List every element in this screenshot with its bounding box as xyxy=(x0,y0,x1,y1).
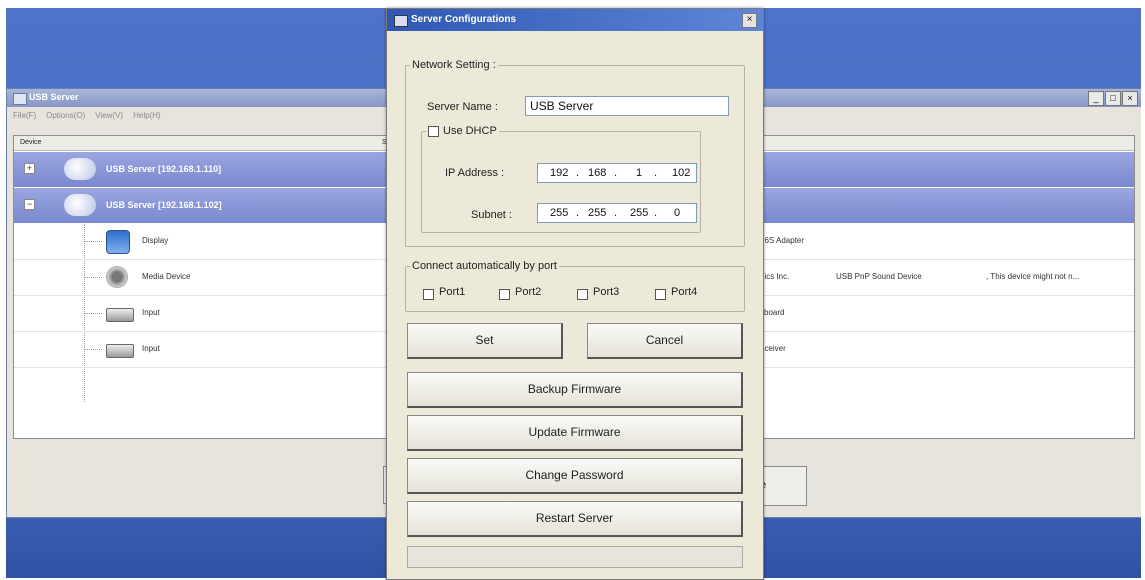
menu-options[interactable]: Options(O) xyxy=(46,111,85,125)
subnet-octet-4: 0 xyxy=(674,207,681,219)
expand-icon[interactable]: + xyxy=(24,163,35,174)
subnet-octet-2: 255 xyxy=(588,207,607,219)
subnet-octet-3: 255 xyxy=(630,207,649,219)
dialog-title-bar[interactable]: Server Configurations × xyxy=(387,9,763,31)
device-name: Display xyxy=(142,236,169,245)
port4-checkbox[interactable] xyxy=(655,289,666,300)
main-window-title: USB Server xyxy=(29,92,79,102)
device-description: USB PnP Sound Device xyxy=(836,272,922,281)
ip-octet-2: 168 xyxy=(588,167,607,179)
media-device-icon xyxy=(106,266,128,288)
dhcp-legend: Use DHCP xyxy=(426,125,499,137)
collapse-icon[interactable]: − xyxy=(24,199,35,210)
device-name: Media Device xyxy=(142,272,191,281)
dialog-app-icon xyxy=(394,15,408,27)
ip-octet-4: 102 xyxy=(672,167,691,179)
app-icon xyxy=(13,93,27,105)
use-dhcp-label: Use DHCP xyxy=(443,125,497,137)
connect-port-legend: Connect automatically by port xyxy=(412,260,557,272)
device-name: Input xyxy=(142,344,160,353)
backup-firmware-button[interactable]: Backup Firmware xyxy=(407,372,743,408)
ip-octet-1: 192 xyxy=(550,167,569,179)
server-name: USB Server [192.168.1.102] xyxy=(106,200,222,210)
input-icon xyxy=(106,344,134,358)
subnet-label: Subnet : xyxy=(471,209,512,221)
window-controls: _ □ × xyxy=(1088,91,1138,106)
ip-address-input[interactable]: 192 . 168 . 1 . 102 xyxy=(537,163,697,183)
subnet-input[interactable]: 255 . 255 . 255 . 0 xyxy=(537,203,697,223)
cancel-button[interactable]: Cancel xyxy=(587,323,743,359)
dialog-close-button[interactable]: × xyxy=(742,13,757,28)
port1-checkbox[interactable] xyxy=(423,289,434,300)
ip-octet-3: 1 xyxy=(636,167,643,179)
status-progress-bar xyxy=(407,546,743,568)
menu-view[interactable]: View(V) xyxy=(95,111,123,125)
menu-help[interactable]: Help(H) xyxy=(133,111,161,125)
server-name-input[interactable]: USB Server xyxy=(525,96,729,116)
display-icon xyxy=(106,230,130,254)
port3-checkbox[interactable] xyxy=(577,289,588,300)
minimize-button[interactable]: _ xyxy=(1088,91,1104,106)
port3-label: Port3 xyxy=(593,286,620,298)
dialog-title: Server Configurations xyxy=(411,14,517,25)
usb-server-icon xyxy=(64,158,96,180)
menu-bar: File(F) Options(O) View(V) Help(H) xyxy=(13,111,161,125)
server-name: USB Server [192.168.1.110] xyxy=(106,164,222,174)
usb-server-icon xyxy=(64,194,96,216)
port1-label: Port1 xyxy=(439,286,466,298)
subnet-octet-1: 255 xyxy=(550,207,569,219)
device-status-note: , This device might not n... xyxy=(986,272,1080,281)
ip-address-label: IP Address : xyxy=(445,167,505,179)
column-header-device[interactable]: Device xyxy=(20,139,41,146)
maximize-button[interactable]: □ xyxy=(1105,91,1121,106)
restart-server-button[interactable]: Restart Server xyxy=(407,501,743,537)
device-vendor: nics Inc. xyxy=(760,272,790,281)
tree-branch xyxy=(84,349,102,350)
menu-file[interactable]: File(F) xyxy=(13,111,36,125)
tree-branch xyxy=(84,277,102,278)
tree-branch xyxy=(84,241,102,242)
port2-label: Port2 xyxy=(515,286,542,298)
use-dhcp-checkbox[interactable] xyxy=(428,125,439,137)
port2-checkbox[interactable] xyxy=(499,289,510,300)
set-button[interactable]: Set xyxy=(407,323,563,359)
input-icon xyxy=(106,308,134,322)
server-name-label: Server Name : xyxy=(427,101,498,113)
port4-label: Port4 xyxy=(671,286,698,298)
close-button[interactable]: × xyxy=(1122,91,1138,106)
tree-branch xyxy=(84,313,102,314)
device-name: Input xyxy=(142,308,160,317)
update-firmware-button[interactable]: Update Firmware xyxy=(407,415,743,451)
device-description: t 6S Adapter xyxy=(760,236,805,245)
change-password-button[interactable]: Change Password xyxy=(407,458,743,494)
server-configurations-dialog: Server Configurations × Network Setting … xyxy=(386,8,764,580)
network-setting-legend: Network Setting : xyxy=(412,59,496,71)
